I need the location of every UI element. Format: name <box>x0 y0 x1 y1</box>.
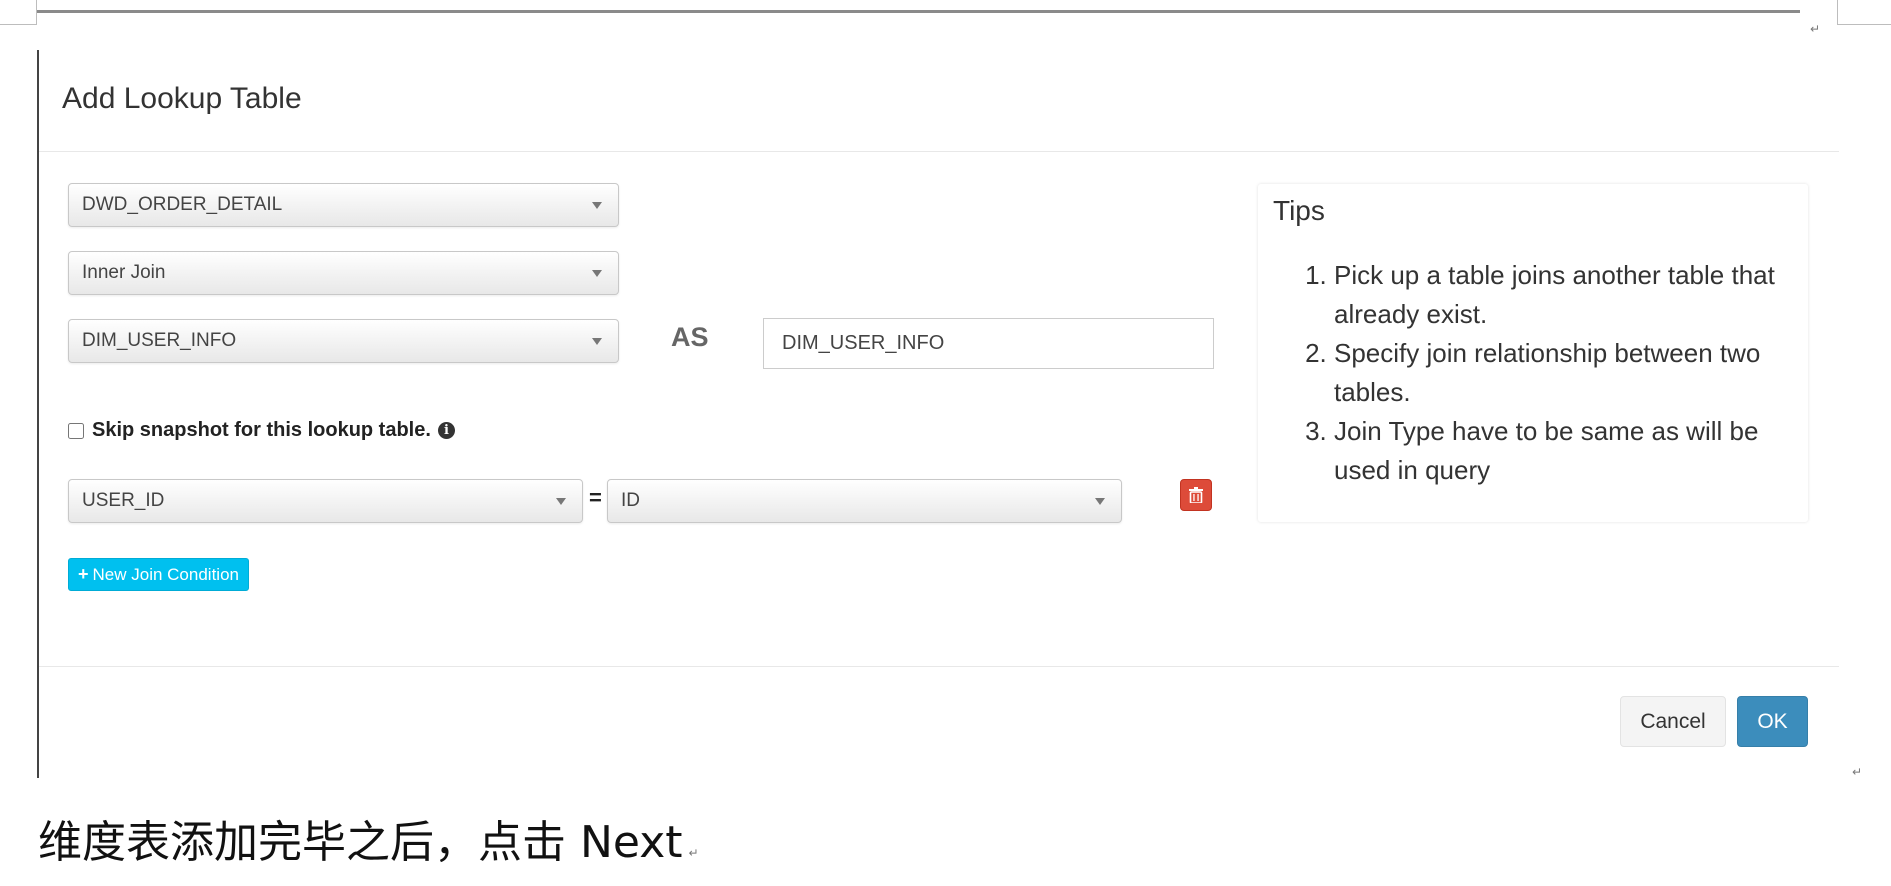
caption-text: 维度表添加完毕之后，点击 Next <box>38 817 683 868</box>
trash-icon <box>1189 487 1203 503</box>
join-left-column-value: USER_ID <box>82 490 165 511</box>
tips-panel: Tips Pick up a table joins another table… <box>1258 184 1808 522</box>
new-join-condition-label: New Join Condition <box>92 565 239 584</box>
skip-snapshot-checkbox[interactable] <box>68 422 84 439</box>
document-top-rule <box>37 10 1800 13</box>
join-left-column-select[interactable]: USER_ID <box>68 479 583 523</box>
join-right-column-value: ID <box>621 490 640 511</box>
tip-item: Pick up a table joins another table that… <box>1334 256 1794 334</box>
join-equals-operator: = <box>589 485 602 510</box>
table-alias-input[interactable] <box>763 318 1214 369</box>
caret-down-icon <box>1095 498 1105 505</box>
as-label: AS <box>671 322 709 352</box>
page-corner-top-right <box>1837 0 1891 25</box>
modal-header-divider <box>39 151 1839 152</box>
tip-item: Join Type have to be same as will be use… <box>1334 412 1794 490</box>
page-corner-top-left <box>0 0 37 25</box>
plus-icon: + <box>78 564 89 584</box>
document-caption: 维度表添加完毕之后，点击 Next ↵ <box>38 806 699 870</box>
caret-down-icon <box>592 202 602 209</box>
delete-join-condition-button[interactable] <box>1180 479 1212 511</box>
modal-title: Add Lookup Table <box>62 82 302 115</box>
tip-item: Specify join relationship between two ta… <box>1334 334 1794 412</box>
skip-snapshot-row: Skip snapshot for this lookup table. i <box>68 419 455 442</box>
new-join-condition-button[interactable]: + New Join Condition <box>68 558 249 591</box>
cancel-button[interactable]: Cancel <box>1620 696 1726 747</box>
lookup-table-select-value: DIM_USER_INFO <box>82 330 237 351</box>
lookup-table-select[interactable]: DIM_USER_INFO <box>68 319 619 363</box>
modal-footer-divider <box>39 666 1839 667</box>
skip-snapshot-label: Skip snapshot for this lookup table. <box>92 419 431 441</box>
fact-table-select[interactable]: DWD_ORDER_DETAIL <box>68 183 619 227</box>
info-circle-icon[interactable]: i <box>437 422 455 439</box>
add-lookup-table-modal: Add Lookup Table DWD_ORDER_DETAIL Inner … <box>39 46 1839 776</box>
ok-button[interactable]: OK <box>1737 696 1808 747</box>
paragraph-mark-icon: ↵ <box>688 846 699 860</box>
join-right-column-select[interactable]: ID <box>607 479 1122 523</box>
tips-title: Tips <box>1273 195 1325 226</box>
paragraph-mark-icon: ↵ <box>1852 765 1863 779</box>
fact-table-select-value: DWD_ORDER_DETAIL <box>82 194 283 215</box>
caret-down-icon <box>556 498 566 505</box>
join-type-select[interactable]: Inner Join <box>68 251 619 295</box>
caret-down-icon <box>592 338 602 345</box>
join-type-select-value: Inner Join <box>82 262 166 283</box>
caret-down-icon <box>592 270 602 277</box>
tips-list: Pick up a table joins another table that… <box>1294 256 1794 490</box>
paragraph-mark-icon: ↵ <box>1810 22 1821 36</box>
